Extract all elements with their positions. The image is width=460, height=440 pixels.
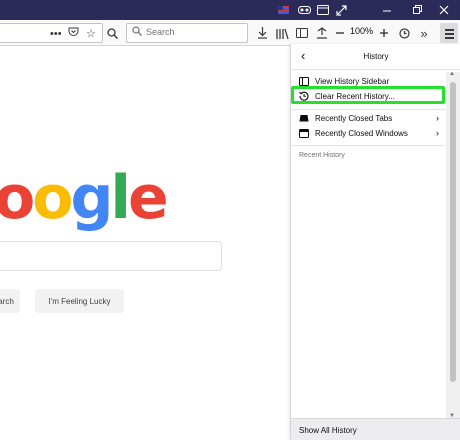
feeling-lucky-button[interactable]: I'm Feeling Lucky [35,289,124,313]
scrollbar-thumb[interactable] [450,82,456,382]
pocket-icon[interactable] [68,26,79,42]
highlight-box [291,86,445,104]
tab-icon [299,113,309,123]
recently-closed-windows-label: Recently Closed Windows [315,128,408,138]
panel-title: History [363,52,389,61]
panel-header: ‹ History [291,44,460,70]
title-bar [0,0,460,20]
navigation-toolbar: ••• ☆ Search 100% » [0,20,460,46]
search-input[interactable]: Search [126,23,248,43]
history-clock-icon[interactable] [396,25,412,41]
zoom-level[interactable]: 100% [350,26,373,36]
scroll-up-icon[interactable]: ▲ [449,71,455,77]
mask-icon[interactable] [297,3,311,17]
screenshot-icon[interactable] [314,25,330,41]
restore-tab-icon[interactable] [316,3,330,17]
hamburger-menu-icon[interactable] [440,23,458,43]
view-history-sidebar-label: View History Sidebar [315,76,390,86]
logo-letter: l [110,163,131,233]
zoom-in-icon[interactable] [376,25,392,41]
google-search-button[interactable]: arch [0,289,20,313]
logo-letter: e [128,163,169,233]
search-icon [132,26,142,39]
logo-letter: o [32,163,73,233]
recently-closed-tabs-item[interactable]: Recently Closed Tabs › [291,111,445,125]
chevron-right-icon: › [436,113,439,123]
window-icon [299,128,309,138]
flag-icon [277,3,289,17]
panel-scrollbar[interactable]: ▲ ▼ [446,71,460,424]
divider [291,145,445,146]
divider [291,109,445,110]
sidebar-toggle-icon[interactable] [294,25,310,41]
recent-history-heading: Recent History [299,152,345,159]
overflow-chevron-icon[interactable]: » [416,25,432,41]
search-placeholder: Search [146,27,175,37]
recently-closed-windows-item[interactable]: Recently Closed Windows › [291,126,445,140]
library-icon[interactable] [274,25,290,41]
fullscreen-icon[interactable] [334,3,348,17]
search-engine-icon[interactable] [104,25,120,41]
recently-closed-tabs-label: Recently Closed Tabs [315,113,393,123]
zoom-out-icon[interactable] [332,25,348,41]
chevron-right-icon: › [436,128,439,138]
logo-letter: o [0,163,35,233]
sidebar-icon [299,76,309,86]
close-icon[interactable] [437,3,451,17]
url-bar[interactable]: ••• ☆ [0,23,103,43]
show-all-history-label: Show All History [299,426,357,435]
logo-letter: g [70,163,113,233]
show-all-history-button[interactable]: Show All History [291,418,460,440]
download-icon[interactable] [254,25,270,41]
page-actions-icon[interactable]: ••• [50,26,62,42]
google-search-box[interactable] [0,241,222,271]
maximize-icon[interactable] [410,3,424,17]
bookmark-star-icon[interactable]: ☆ [86,26,96,42]
google-logo: oogle [0,160,169,236]
minimize-icon[interactable] [380,3,394,17]
